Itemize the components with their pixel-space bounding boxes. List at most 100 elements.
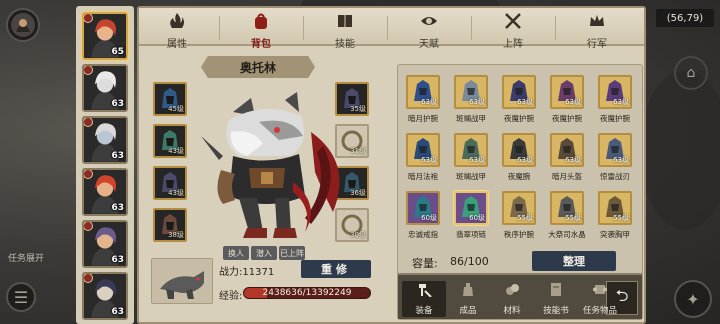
equipment-slot-left[interactable]: 38级 bbox=[153, 208, 187, 242]
inventory-item[interactable]: 63级 bbox=[598, 133, 632, 167]
player-avatar-icon bbox=[11, 13, 35, 37]
category-bar: ⮌ 装备 成品 材料 技能书 任务物品 bbox=[398, 273, 642, 319]
item-level: 55级 bbox=[613, 214, 629, 222]
retrain-button[interactable]: 重修 bbox=[301, 260, 371, 278]
inventory-item[interactable]: 63级 bbox=[406, 133, 440, 167]
tab-label: 天赋 bbox=[419, 39, 439, 50]
item-name: 大祭司水晶 bbox=[548, 230, 586, 239]
inventory-item[interactable]: 55级 bbox=[550, 191, 584, 225]
category-equipment[interactable]: 装备 bbox=[402, 281, 446, 317]
character-card[interactable]: 63 bbox=[82, 64, 128, 112]
player-avatar-button[interactable] bbox=[6, 8, 40, 42]
tab-talents[interactable]: 天赋 bbox=[399, 10, 459, 50]
character-card[interactable]: 63 bbox=[82, 116, 128, 164]
crossed-swords-icon bbox=[504, 10, 522, 34]
category-label: 材料 bbox=[503, 306, 521, 316]
item-name: 夜魔护腕 bbox=[552, 114, 582, 123]
item-name: 秩序护腕 bbox=[504, 230, 534, 239]
infiltrate-button[interactable]: 潜入 bbox=[251, 246, 277, 260]
equipment-slot-left[interactable]: 45级 bbox=[153, 82, 187, 116]
tab-march[interactable]: 行军 bbox=[567, 10, 627, 50]
map-icon: ⌂ bbox=[686, 65, 696, 81]
item-level: 63级 bbox=[565, 156, 581, 164]
category-skill-books[interactable]: 技能书 bbox=[534, 281, 578, 317]
character-level: 63 bbox=[111, 99, 124, 109]
tidy-button[interactable]: 整理 bbox=[532, 251, 616, 271]
inventory-item[interactable]: 63级 bbox=[502, 75, 536, 109]
map-coordinates: (56,79) bbox=[656, 9, 714, 27]
item-level: 60级 bbox=[421, 214, 437, 222]
inventory-item[interactable]: 63级 bbox=[598, 75, 632, 109]
bottle-icon bbox=[460, 281, 476, 301]
category-label: 技能书 bbox=[543, 306, 569, 316]
character-card[interactable]: 63 bbox=[82, 168, 128, 216]
power-value: 11371 bbox=[242, 267, 275, 278]
item-name: 突袭胸甲 bbox=[600, 230, 630, 239]
quest-expand-label[interactable]: 任务展开 bbox=[8, 251, 44, 264]
equipment-level: 45级 bbox=[168, 105, 184, 113]
category-quest-items[interactable]: 任务物品 bbox=[578, 281, 622, 317]
inventory-item[interactable]: 63级 bbox=[550, 75, 584, 109]
item-name: 夜魔护腕 bbox=[600, 114, 630, 123]
scroll-icon bbox=[592, 281, 608, 301]
inventory-item[interactable]: 55级 bbox=[502, 191, 536, 225]
chat-button[interactable]: ☰ bbox=[6, 282, 36, 312]
equipment-slot-left[interactable]: 43级 bbox=[153, 166, 187, 200]
map-button[interactable]: ⌂ bbox=[674, 56, 708, 90]
inventory-item[interactable]: 60级 bbox=[454, 191, 488, 225]
item-name: 翡翠项链 bbox=[456, 230, 486, 239]
item-level: 63级 bbox=[613, 98, 629, 106]
class-badge-icon bbox=[84, 222, 93, 231]
character-card[interactable]: 63 bbox=[82, 220, 128, 268]
category-label: 装备 bbox=[415, 306, 433, 316]
equipment-level: 38级 bbox=[168, 231, 184, 239]
pet-slot[interactable] bbox=[151, 258, 213, 304]
tab-attributes[interactable]: 属性 bbox=[147, 10, 207, 50]
tab-label: 行军 bbox=[587, 39, 607, 50]
item-name: 夜魔护腕 bbox=[504, 114, 534, 123]
category-materials[interactable]: 材料 bbox=[490, 281, 534, 317]
equipment-slot-left[interactable]: 43级 bbox=[153, 124, 187, 158]
class-badge-icon bbox=[84, 274, 93, 283]
category-label: 成品 bbox=[459, 306, 477, 316]
inventory-item[interactable]: 63级 bbox=[454, 75, 488, 109]
item-level: 63级 bbox=[565, 98, 581, 106]
inventory-item[interactable]: 63级 bbox=[406, 75, 440, 109]
backpack-icon bbox=[252, 10, 270, 34]
inventory-panel: 63级 暗月护腕 63级 斑斓战甲 63级 夜魔护腕 63级 夜魔护腕 63级 夜魔护腕 63级 暗月… bbox=[397, 64, 643, 320]
deployed-button[interactable]: 已上阵 bbox=[279, 246, 305, 260]
tab-backpack[interactable]: 背包 bbox=[231, 10, 291, 50]
item-name: 斑斓战甲 bbox=[456, 172, 486, 181]
character-card[interactable]: 65 bbox=[82, 12, 128, 60]
swap-hero-button[interactable]: 换人 bbox=[223, 246, 249, 260]
equipment-level: 43级 bbox=[168, 189, 184, 197]
item-name: 惊雷战刃 bbox=[600, 172, 630, 181]
exp-bar: 2438636/13392249 bbox=[243, 287, 371, 299]
item-name: 暗月头盔 bbox=[552, 172, 582, 181]
inventory-item[interactable]: 63级 bbox=[550, 133, 584, 167]
character-card[interactable]: 63 bbox=[82, 272, 128, 320]
item-level: 63级 bbox=[517, 98, 533, 106]
category-label: 任务物品 bbox=[582, 306, 617, 316]
character-level: 65 bbox=[111, 47, 124, 57]
tab-skills[interactable]: 技能 bbox=[315, 10, 375, 50]
character-level: 63 bbox=[111, 255, 124, 265]
item-level: 55级 bbox=[565, 214, 581, 222]
menu-button[interactable]: ✦ bbox=[674, 280, 712, 318]
inventory-item[interactable]: 63级 bbox=[502, 133, 536, 167]
tab-label: 技能 bbox=[335, 39, 355, 50]
class-badge-icon bbox=[84, 66, 93, 75]
inventory-item[interactable]: 60级 bbox=[406, 191, 440, 225]
item-level: 63级 bbox=[613, 156, 629, 164]
tab-divider bbox=[555, 16, 556, 40]
tab-divider bbox=[387, 16, 388, 40]
class-badge-icon bbox=[84, 118, 93, 127]
inventory-item[interactable]: 63级 bbox=[454, 133, 488, 167]
power-label: 战力:11371 bbox=[219, 263, 274, 278]
tab-deploy[interactable]: 上阵 bbox=[483, 10, 543, 50]
skillbook-icon bbox=[548, 281, 564, 301]
category-products[interactable]: 成品 bbox=[446, 281, 490, 317]
character-level: 63 bbox=[111, 203, 124, 213]
inventory-item[interactable]: 55级 bbox=[598, 191, 632, 225]
background-stain bbox=[640, 70, 720, 230]
